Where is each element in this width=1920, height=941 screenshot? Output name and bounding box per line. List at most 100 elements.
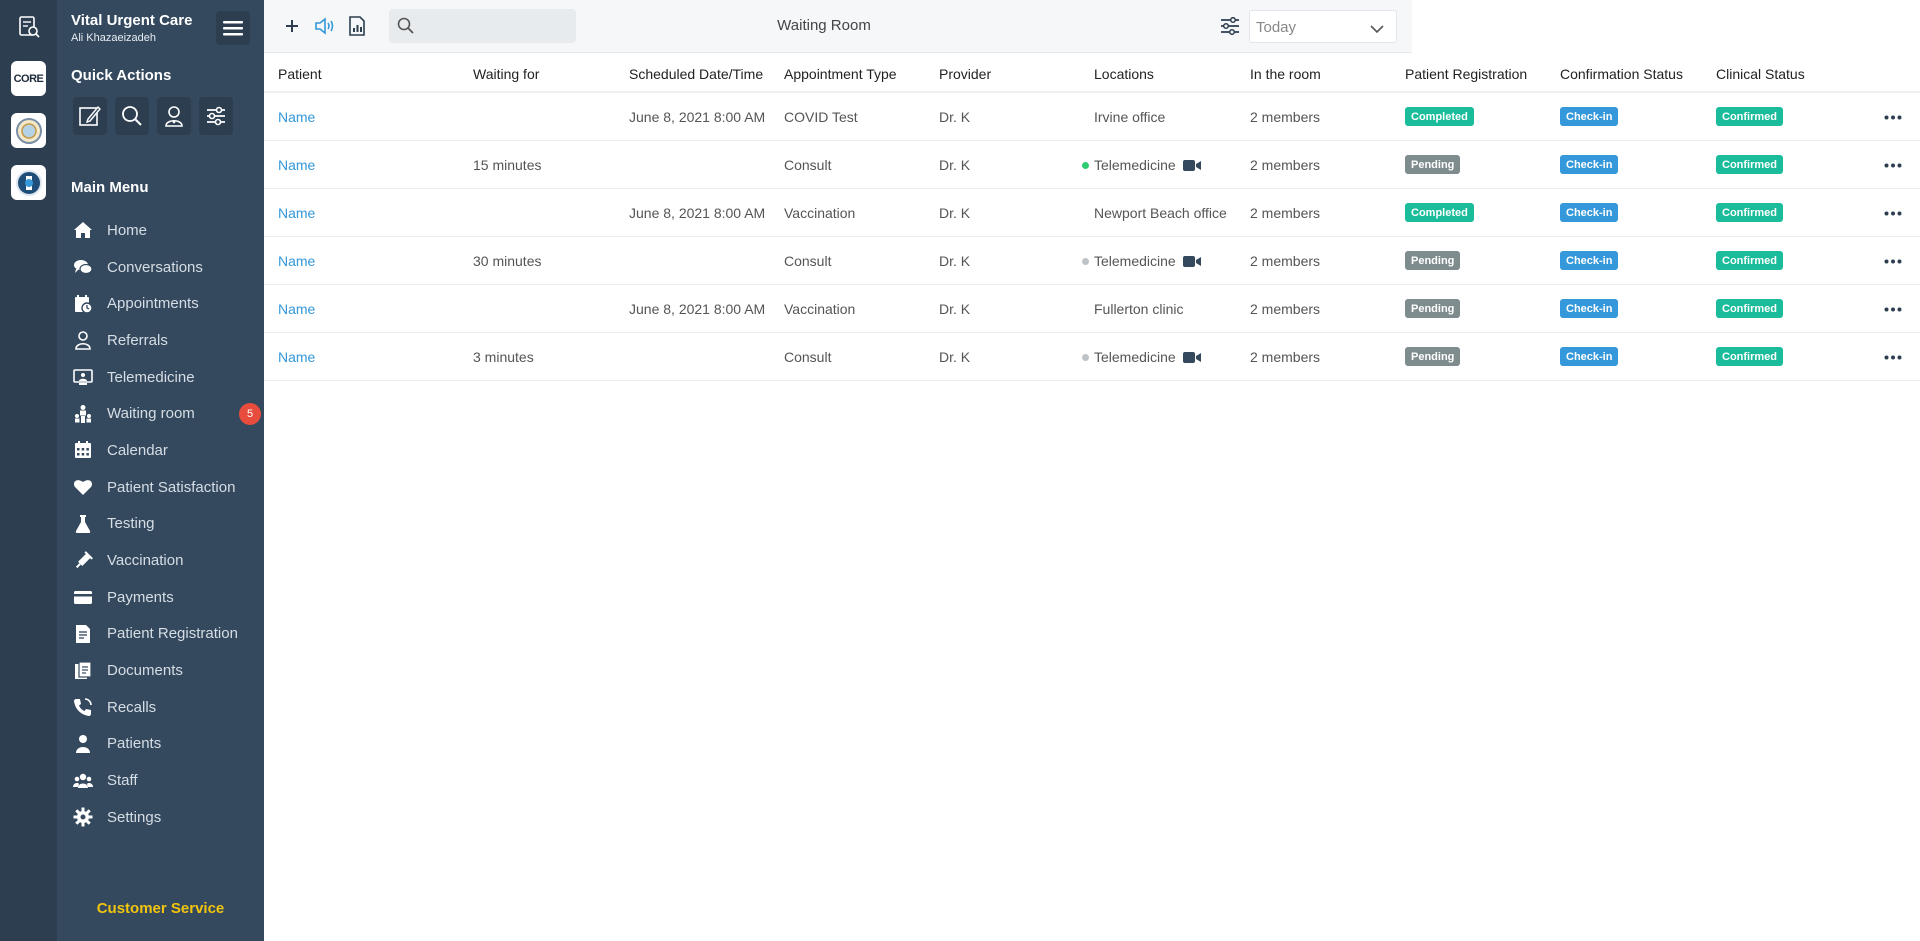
clinical-status-badge[interactable]: Confirmed [1716,299,1783,318]
column-header-patient-registration[interactable]: Patient Registration [1405,66,1527,82]
row-more-button[interactable] [1882,107,1904,127]
hamburger-icon [223,21,243,36]
registration-status-badge[interactable]: Pending [1405,251,1461,270]
registration-status-badge[interactable]: Pending [1405,347,1461,366]
sidebar-item-referrals[interactable]: Referrals [73,322,253,359]
confirmation-status-badge[interactable]: Check-in [1560,251,1619,270]
column-header-provider[interactable]: Provider [939,66,991,82]
table-row[interactable]: Name June 8, 2021 8:00 AM COVID Test Dr. K I… [264,93,1920,141]
column-header-in-the-room[interactable]: In the room [1250,66,1321,82]
sidebar-item-recalls[interactable]: Recalls [73,689,253,726]
more-horizontal-icon [1884,307,1902,311]
clinical-status-badge[interactable]: Confirmed [1716,155,1783,174]
patient-name-link[interactable]: Name [278,301,315,317]
search-icon [122,106,142,126]
sidebar-item-staff[interactable]: Staff [73,762,253,799]
clinical-status-badge[interactable]: Confirmed [1716,203,1783,222]
in-room-count: 2 members [1250,349,1321,365]
video-camera-icon[interactable] [1182,351,1202,364]
registration-status-badge[interactable]: Pending [1405,155,1461,174]
filter-settings-button[interactable] [1218,14,1242,38]
speaker-icon [315,17,334,35]
sidebar-item-documents[interactable]: Documents [73,652,253,689]
sidebar-item-patients[interactable]: Patients [73,726,253,763]
quick-filters-button[interactable] [199,97,233,135]
registration-status-badge[interactable]: Completed [1405,203,1474,222]
sidebar-item-label: Telemedicine [107,368,195,386]
row-more-button[interactable] [1882,203,1904,223]
county-seal-logo[interactable] [11,113,46,148]
report-button[interactable] [345,14,369,38]
sidebar-item-conversations[interactable]: Conversations [73,249,253,286]
search-document-icon[interactable] [11,9,46,44]
department-seal-logo[interactable] [11,165,46,200]
add-button[interactable] [280,14,304,38]
sidebar-item-settings[interactable]: Settings [73,799,253,836]
patient-icon [73,734,93,754]
more-horizontal-icon [1884,115,1902,119]
table-row[interactable]: Name 3 minutes Consult Dr. K Telemedicine 2 m… [264,333,1920,381]
row-more-button[interactable] [1882,251,1904,271]
provider: Dr. K [939,109,971,125]
video-camera-icon[interactable] [1182,255,1202,268]
video-camera-icon[interactable] [1182,159,1202,172]
patient-name-link[interactable]: Name [278,349,315,365]
registration-status-badge[interactable]: Completed [1405,107,1474,126]
sidebar-item-waiting-room[interactable]: Waiting room 5 [73,395,261,432]
customer-service-link[interactable]: Customer Service [57,900,264,917]
search-input[interactable] [423,13,568,39]
clinical-status-badge[interactable]: Confirmed [1716,107,1783,126]
new-note-button[interactable] [73,97,107,135]
patient-name-link[interactable]: Name [278,109,315,125]
menu-toggle-button[interactable] [216,11,250,45]
sidebar-item-vaccination[interactable]: Vaccination [73,542,253,579]
search-icon [397,17,414,39]
report-icon [349,16,365,36]
column-header-confirmation-status[interactable]: Confirmation Status [1560,66,1683,82]
sidebar-item-patient-registration[interactable]: Patient Registration [73,616,253,653]
column-header-appointment-type[interactable]: Appointment Type [784,66,897,82]
sidebar-item-payments[interactable]: Payments [73,579,253,616]
core-logo[interactable]: CORE [11,61,46,96]
column-header-locations[interactable]: Locations [1094,66,1154,82]
sidebar-item-patient-satisfaction[interactable]: Patient Satisfaction [73,469,253,506]
patient-name-link[interactable]: Name [278,157,315,173]
syringe-icon [73,550,93,571]
sidebar-item-home[interactable]: Home [73,212,253,249]
patient-name-link[interactable]: Name [278,253,315,269]
waiting-time: 3 minutes [473,349,534,365]
confirmation-status-badge[interactable]: Check-in [1560,299,1619,318]
quick-actions-title: Quick Actions [71,67,172,84]
confirmation-status-badge[interactable]: Check-in [1560,107,1619,126]
sidebar-item-calendar[interactable]: Calendar [73,432,253,469]
column-header-waiting-for[interactable]: Waiting for [473,66,539,82]
table-row[interactable]: Name 15 minutes Consult Dr. K Telemedicine 2 … [264,141,1920,189]
patient-name-link[interactable]: Name [278,205,315,221]
column-header-clinical-status[interactable]: Clinical Status [1716,66,1805,82]
table-row[interactable]: Name June 8, 2021 8:00 AM Vaccination Dr. K… [264,285,1920,333]
clinical-status-badge[interactable]: Confirmed [1716,347,1783,366]
waiting-time: 30 minutes [473,253,542,269]
clinical-status-badge[interactable]: Confirmed [1716,251,1783,270]
provider: Dr. K [939,253,971,269]
row-more-button[interactable] [1882,155,1904,175]
confirmation-status-badge[interactable]: Check-in [1560,347,1619,366]
in-room-count: 2 members [1250,253,1321,269]
sidebar-item-testing[interactable]: Testing [73,506,253,543]
table-row[interactable]: Name June 8, 2021 8:00 AM Vaccination Dr. K… [264,189,1920,237]
row-more-button[interactable] [1882,347,1904,367]
confirmation-status-badge[interactable]: Check-in [1560,155,1619,174]
announce-button[interactable] [313,14,337,38]
sidebar-item-appointments[interactable]: Appointments [73,285,253,322]
quick-patient-button[interactable] [157,97,191,135]
quick-search-button[interactable] [115,97,149,135]
appointment-type: COVID Test [784,109,858,125]
sidebar-item-telemedicine[interactable]: Telemedicine [73,359,253,396]
column-header-patient[interactable]: Patient [278,66,322,82]
row-more-button[interactable] [1882,299,1904,319]
table-row[interactable]: Name 30 minutes Consult Dr. K Telemedicine 2 … [264,237,1920,285]
confirmation-status-badge[interactable]: Check-in [1560,203,1619,222]
date-filter-select[interactable]: Today [1249,10,1397,43]
column-header-scheduled[interactable]: Scheduled Date/Time [629,66,763,82]
registration-status-badge[interactable]: Pending [1405,299,1461,318]
